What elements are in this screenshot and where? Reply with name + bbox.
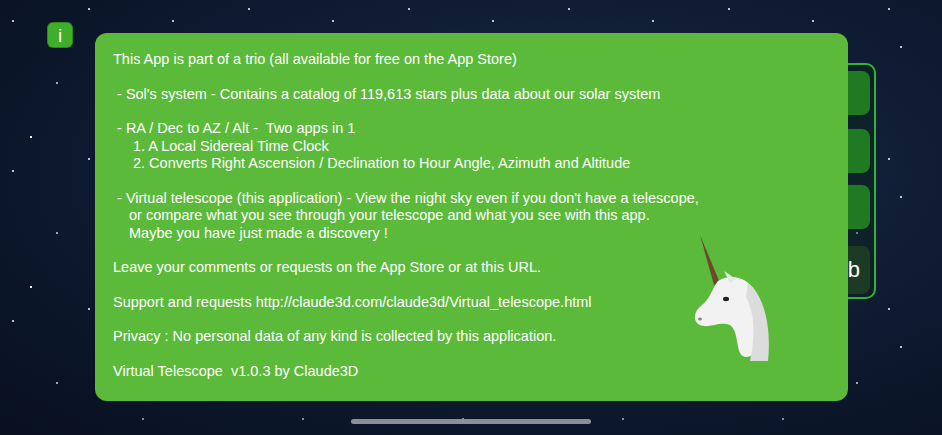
- dialog-line: - RA / Dec to AZ / Alt - Two apps in 1: [113, 120, 830, 138]
- dialog-line: Leave your comments or requests on the A…: [113, 259, 830, 277]
- dialog-paragraph: Virtual Telescope v1.0.3 by Claude3D: [113, 363, 830, 381]
- dialog-line: - Virtual telescope (this application) -…: [113, 190, 830, 208]
- dialog-line: - Sol's system - Contains a catalog of 1…: [113, 86, 830, 104]
- dialog-line: 2. Converts Right Ascension / Declinatio…: [113, 155, 830, 173]
- home-indicator: [351, 419, 591, 424]
- dialog-paragraph: - RA / Dec to AZ / Alt - Two apps in 11.…: [113, 120, 830, 173]
- dialog-line: Maybe you have just made a discovery !: [113, 225, 830, 243]
- about-dialog: This App is part of a trio (all availabl…: [95, 33, 848, 401]
- dialog-paragraph: Leave your comments or requests on the A…: [113, 259, 830, 277]
- dialog-line: or compare what you see through your tel…: [113, 207, 830, 225]
- info-button[interactable]: i: [48, 23, 72, 47]
- dialog-line: Privacy : No personal data of any kind i…: [113, 328, 830, 346]
- dialog-paragraph: - Virtual telescope (this application) -…: [113, 190, 830, 243]
- unicorn-icon: [690, 233, 775, 363]
- dialog-line: This App is part of a trio (all availabl…: [113, 51, 830, 69]
- dialog-paragraph: - Sol's system - Contains a catalog of 1…: [113, 86, 830, 104]
- dialog-paragraph: Privacy : No personal data of any kind i…: [113, 328, 830, 346]
- dialog-line: 1. A Local Sidereal Time Clock: [113, 138, 830, 156]
- dialog-paragraph: This App is part of a trio (all availabl…: [113, 51, 830, 69]
- dialog-line: Virtual Telescope v1.0.3 by Claude3D: [113, 363, 830, 381]
